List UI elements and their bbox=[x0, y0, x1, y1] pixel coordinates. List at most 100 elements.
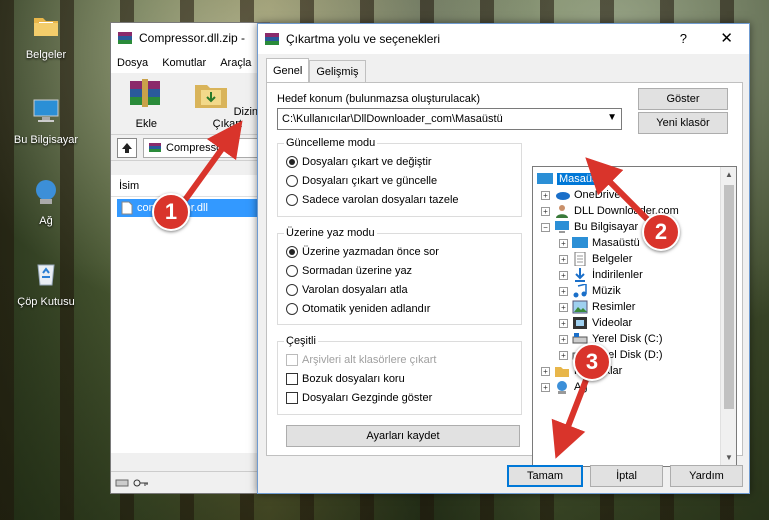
expand-icon[interactable]: + bbox=[559, 334, 568, 344]
chevron-down-icon[interactable]: ▼ bbox=[607, 112, 617, 123]
update-option-extract-update[interactable]: Dosyaları çıkart ve güncelle bbox=[286, 175, 437, 187]
tree-item-muzik[interactable]: + Müzik bbox=[559, 283, 621, 299]
column-header-name[interactable]: İsim bbox=[111, 175, 269, 197]
add-button[interactable]: Ekle bbox=[121, 77, 172, 130]
expand-icon[interactable]: + bbox=[559, 238, 568, 248]
misc-option-show-explorer[interactable]: Dosyaları Gezginde göster bbox=[286, 392, 432, 404]
add-archive-icon bbox=[130, 79, 161, 107]
winrar-address-bar: Compressor bbox=[111, 135, 269, 161]
misc-group: Çeşitli Arşivleri alt klasörlere çıkart … bbox=[277, 335, 522, 415]
tab-genel[interactable]: Genel bbox=[266, 58, 310, 82]
computer-icon bbox=[555, 221, 569, 233]
radio[interactable] bbox=[286, 265, 298, 277]
expand-icon[interactable]: + bbox=[541, 382, 550, 392]
address-text: Compressor bbox=[166, 141, 226, 154]
option-label: Otomatik yeniden adlandır bbox=[302, 303, 431, 315]
update-option-extract-replace[interactable]: Dosyaları çıkart ve değiştir bbox=[286, 156, 432, 168]
network-icon bbox=[36, 180, 56, 204]
collapse-icon[interactable]: − bbox=[541, 222, 550, 232]
show-button[interactable]: Göster bbox=[638, 88, 728, 110]
scroll-down-icon[interactable]: ▼ bbox=[721, 450, 736, 466]
close-icon[interactable]: ✕ bbox=[720, 29, 733, 47]
tree-item-masaustu[interactable]: Masaüstü bbox=[537, 171, 609, 187]
expand-icon[interactable]: + bbox=[559, 286, 568, 296]
folder-documents-icon bbox=[34, 18, 58, 36]
tree-item-videolar[interactable]: + Videolar bbox=[559, 315, 632, 331]
menu-komutlar[interactable]: Komutlar bbox=[162, 57, 206, 69]
expand-icon[interactable]: + bbox=[559, 318, 568, 328]
tab-gelismis[interactable]: Gelişmiş bbox=[309, 60, 366, 82]
extract-dialog[interactable]: Çıkartma yolu ve seçenekleri ? ✕ Genel G… bbox=[257, 23, 750, 494]
expand-icon[interactable]: + bbox=[559, 254, 568, 264]
misc-option-keep-broken[interactable]: Bozuk dosyaları koru bbox=[286, 373, 405, 385]
radio-selected[interactable] bbox=[286, 156, 298, 168]
radio[interactable] bbox=[286, 175, 298, 187]
tree-item-bu-bilgisayar[interactable]: − Bu Bilgisayar bbox=[541, 219, 638, 235]
ok-button[interactable]: Tamam bbox=[507, 465, 583, 487]
tree-label: Bu Bilgisayar bbox=[574, 221, 639, 233]
tree-label: Belgeler bbox=[592, 253, 633, 265]
scroll-up-icon[interactable]: ▲ bbox=[721, 167, 736, 183]
file-list[interactable]: İsim compressor.dll bbox=[111, 175, 269, 453]
tree-label: Ağ bbox=[574, 381, 588, 393]
destination-path-input[interactable]: C:\Kullanıcılar\DllDownloader_com\Masaüs… bbox=[277, 108, 622, 130]
destination-label: Hedef konum (bulunmazsa oluşturulacak) bbox=[277, 93, 480, 105]
file-row-compressor-dll[interactable]: compressor.dll bbox=[117, 199, 269, 217]
add-button-label: Ekle bbox=[135, 118, 158, 130]
winrar-titlebar[interactable]: Compressor.dll.zip - bbox=[111, 23, 269, 53]
winrar-window[interactable]: Compressor.dll.zip - Dosya Komutlar Araç… bbox=[110, 22, 270, 494]
address-field[interactable]: Compressor bbox=[143, 137, 269, 158]
expand-icon[interactable]: + bbox=[559, 350, 568, 360]
desktop-icon-bu-bilgisayar[interactable]: Bu Bilgisayar bbox=[6, 95, 86, 146]
tree-label: OneDrive bbox=[574, 189, 621, 201]
radio[interactable] bbox=[286, 284, 298, 296]
tree-label: İndirilenler bbox=[592, 269, 643, 281]
radio[interactable] bbox=[286, 194, 298, 206]
desktop-icon-ag[interactable]: Ağ bbox=[6, 176, 86, 227]
desktop-icon-label: Çöp Kutusu bbox=[17, 296, 75, 308]
scroll-thumb[interactable] bbox=[724, 185, 734, 409]
tree-item-masaustu-2[interactable]: + Masaüstü bbox=[559, 235, 640, 251]
expand-icon[interactable]: + bbox=[541, 366, 550, 376]
help-icon[interactable]: ? bbox=[680, 31, 687, 46]
update-mode-group: Güncelleme modu Dosyaları çıkart ve deği… bbox=[277, 137, 522, 217]
tree-item-indirilenler[interactable]: + İndirilenler bbox=[559, 267, 643, 283]
user-icon bbox=[556, 205, 568, 218]
winrar-icon bbox=[265, 33, 279, 45]
dialog-titlebar[interactable]: Çıkartma yolu ve seçenekleri ? ✕ bbox=[258, 24, 749, 54]
help-button[interactable]: Yardım bbox=[670, 465, 743, 487]
tree-scrollbar[interactable]: ▲ ▼ bbox=[720, 167, 736, 466]
save-settings-button[interactable]: Ayarları kaydet bbox=[286, 425, 520, 447]
expand-icon[interactable]: + bbox=[541, 190, 550, 200]
desktop-icon-cop-kutusu[interactable]: Çöp Kutusu bbox=[6, 257, 86, 308]
checkbox[interactable] bbox=[286, 392, 298, 404]
desktop-icon-belgeler[interactable]: Belgeler bbox=[6, 10, 86, 61]
tree-item-ag[interactable]: + Ağ bbox=[541, 379, 587, 395]
tree-item-belgeler[interactable]: + Belgeler bbox=[559, 251, 632, 267]
tree-item-resimler[interactable]: + Resimler bbox=[559, 299, 635, 315]
overwrite-option-ask[interactable]: Üzerine yazmadan önce sor bbox=[286, 246, 439, 258]
tree-item-onedrive[interactable]: + OneDrive bbox=[541, 187, 620, 203]
documents-icon bbox=[574, 252, 586, 266]
menu-dosya[interactable]: Dosya bbox=[117, 57, 148, 69]
up-folder-button[interactable] bbox=[117, 137, 137, 158]
option-label: Arşivleri alt klasörlere çıkart bbox=[302, 354, 437, 366]
folder-tree[interactable]: Masaüstü + OneDrive + DLL Downloader.com… bbox=[532, 166, 737, 467]
overwrite-option-skip[interactable]: Varolan dosyaları atla bbox=[286, 284, 408, 296]
expand-icon[interactable]: + bbox=[559, 302, 568, 312]
dll-file-icon bbox=[121, 201, 133, 215]
expand-icon[interactable]: + bbox=[541, 206, 550, 216]
new-folder-button[interactable]: Yeni klasör bbox=[638, 112, 728, 134]
update-option-freshen[interactable]: Sadece varolan dosyaları tazele bbox=[286, 194, 459, 206]
radio[interactable] bbox=[286, 303, 298, 315]
update-mode-title: Güncelleme modu bbox=[284, 137, 378, 149]
menu-araclar[interactable]: Araçla bbox=[220, 57, 251, 69]
radio-selected[interactable] bbox=[286, 246, 298, 258]
desktop-icon bbox=[572, 237, 588, 248]
checkbox[interactable] bbox=[286, 373, 298, 385]
overwrite-option-no-ask[interactable]: Sormadan üzerine yaz bbox=[286, 265, 412, 277]
expand-icon[interactable]: + bbox=[559, 270, 568, 280]
cancel-button[interactable]: İptal bbox=[590, 465, 663, 487]
overwrite-option-rename[interactable]: Otomatik yeniden adlandır bbox=[286, 303, 430, 315]
tree-item-disk-c[interactable]: + Yerel Disk (C:) bbox=[559, 331, 663, 347]
